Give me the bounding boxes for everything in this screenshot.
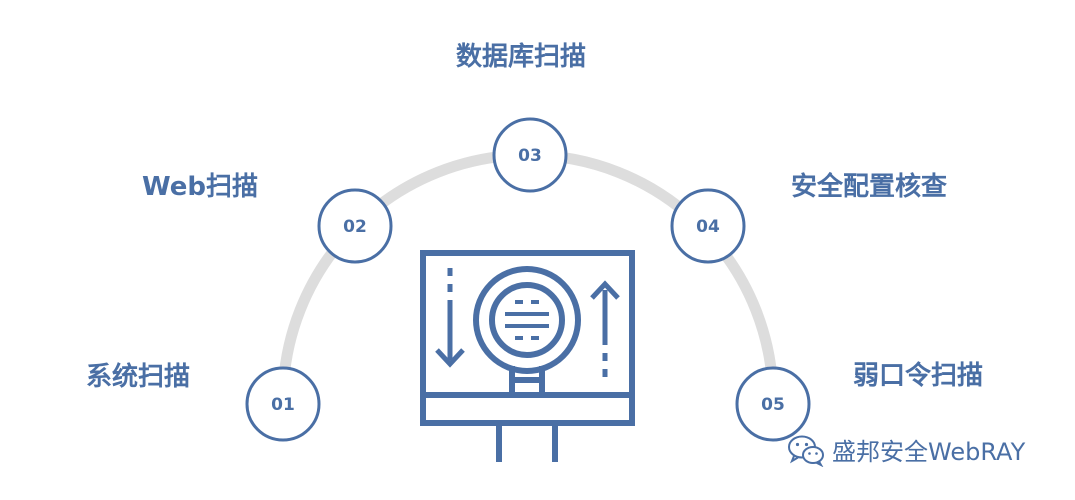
step-node-02: 02 <box>317 188 393 264</box>
step-label-03: 数据库扫描 <box>456 42 587 72</box>
step-label-05: 弱口令扫描 <box>853 361 984 391</box>
step-node-05: 05 <box>735 366 811 442</box>
magnifier-scan-icon <box>420 250 635 462</box>
diagram-canvas: 01 02 03 04 05 <box>245 117 811 462</box>
wechat-icon <box>788 435 824 467</box>
step-node-04: 04 <box>670 188 746 264</box>
step-label-02: Web扫描 <box>142 172 258 202</box>
step-number: 05 <box>761 395 785 415</box>
step-node-01: 01 <box>245 366 321 442</box>
step-number: 02 <box>343 217 367 237</box>
watermark: 盛邦安全WebRAY <box>786 432 1025 467</box>
step-node-03: 03 <box>492 117 568 193</box>
step-number: 03 <box>518 146 542 166</box>
step-number: 04 <box>696 217 720 237</box>
step-label-01: 系统扫描 <box>86 362 191 392</box>
step-number: 01 <box>271 395 295 415</box>
step-label-04: 安全配置核查 <box>791 172 948 202</box>
scan-diagram: 01 02 03 04 05 系统扫描 Web扫描 数据库扫描 安全配置核查 弱… <box>0 0 1075 496</box>
watermark-text: 盛邦安全WebRAY <box>832 438 1026 466</box>
